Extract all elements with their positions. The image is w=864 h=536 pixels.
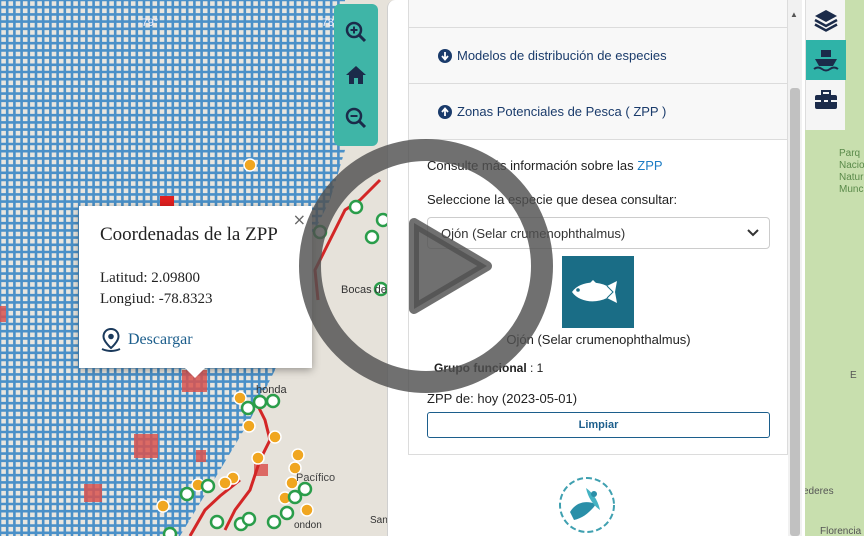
zoom-out-icon xyxy=(345,108,367,129)
place-label-bottom: ondon xyxy=(294,520,322,531)
accordion-zpp-header[interactable]: Zonas Potenciales de Pesca ( ZPP ) xyxy=(409,83,787,139)
popup-longitude: Longiud: -78.8323 xyxy=(100,291,213,307)
star-marker xyxy=(241,511,257,527)
boat-icon xyxy=(813,50,839,72)
play-icon xyxy=(299,139,553,393)
arrow-down-circle-icon xyxy=(438,48,452,63)
star-marker xyxy=(265,393,281,409)
zoom-out-button[interactable] xyxy=(340,102,372,134)
zpp-cell xyxy=(196,450,206,462)
arrow-up-circle-icon xyxy=(438,104,452,119)
location-pin-icon xyxy=(101,328,121,352)
scroll-thumb[interactable] xyxy=(790,88,800,536)
clear-button[interactable]: Limpiar xyxy=(427,412,770,438)
zpp-cell xyxy=(0,306,6,322)
coin-marker xyxy=(291,448,305,462)
right-toolbar xyxy=(805,0,846,130)
zoom-in-icon xyxy=(345,21,367,42)
star-marker xyxy=(252,394,268,410)
zoom-in-button[interactable] xyxy=(340,16,372,48)
layers-button[interactable] xyxy=(806,0,846,40)
lon-label-left: -79° xyxy=(138,17,159,29)
download-button[interactable]: Descargar xyxy=(100,328,291,352)
coin-marker xyxy=(251,451,265,465)
coin-marker xyxy=(156,499,170,513)
toolbox-button[interactable] xyxy=(806,80,846,120)
star-marker xyxy=(297,481,313,497)
species-image xyxy=(562,256,634,328)
fish-icon xyxy=(572,280,617,303)
star-marker xyxy=(179,486,195,502)
coin-marker xyxy=(242,419,256,433)
layers-icon xyxy=(814,10,838,32)
accordion-models-header[interactable]: Modelos de distribución de especies xyxy=(409,27,787,83)
star-marker xyxy=(162,526,178,536)
place-label-right-e: E xyxy=(850,370,857,381)
star-marker xyxy=(240,400,256,416)
zpp-info-link[interactable]: ZPP xyxy=(637,158,662,173)
chevron-down-icon xyxy=(747,229,759,237)
accordion-top-collapsed xyxy=(409,0,787,27)
place-label-right-bottom: Florencia xyxy=(820,526,862,536)
place-label-right-top: Parq Nacio Natur Munch xyxy=(839,148,864,195)
place-label-right-mid: ederes xyxy=(803,486,834,497)
star-marker xyxy=(279,505,295,521)
zpp-cell xyxy=(84,484,102,502)
popup-title: Coordenadas de la ZPP xyxy=(100,224,278,245)
place-label-pacifico: Pacífico xyxy=(296,472,336,484)
zpp-coordinates-popup: × Coordenadas de la ZPP Latitud: 2.09800… xyxy=(79,206,312,378)
home-button[interactable] xyxy=(340,59,372,91)
coin-marker xyxy=(300,503,314,517)
scroll-up-arrow[interactable]: ▲ xyxy=(790,10,798,19)
coin-marker xyxy=(243,158,257,172)
download-label: Descargar xyxy=(128,331,193,348)
star-marker xyxy=(209,514,225,530)
popup-latitude: Latitud: 2.09800 xyxy=(100,270,200,286)
coin-marker xyxy=(268,430,282,444)
home-icon xyxy=(346,65,366,84)
place-label-honda: honda xyxy=(256,384,287,396)
fishing-boat-button[interactable] xyxy=(806,40,846,80)
logo-icon xyxy=(559,477,615,533)
institution-logo xyxy=(556,474,618,536)
accordion-models-label: Modelos de distribución de especies xyxy=(457,48,667,63)
zpp-cell xyxy=(134,434,158,458)
video-play-overlay[interactable] xyxy=(297,137,555,395)
panel-scrollbar[interactable]: ▲ xyxy=(788,0,802,536)
map-zoom-toolbar xyxy=(334,4,378,146)
star-marker xyxy=(200,478,216,494)
accordion-zpp-label: Zonas Potenciales de Pesca ( ZPP ) xyxy=(457,104,667,119)
coin-marker xyxy=(218,476,232,490)
toolbox-icon xyxy=(815,90,837,109)
star-marker xyxy=(266,514,282,530)
place-label-san: San xyxy=(370,515,388,526)
